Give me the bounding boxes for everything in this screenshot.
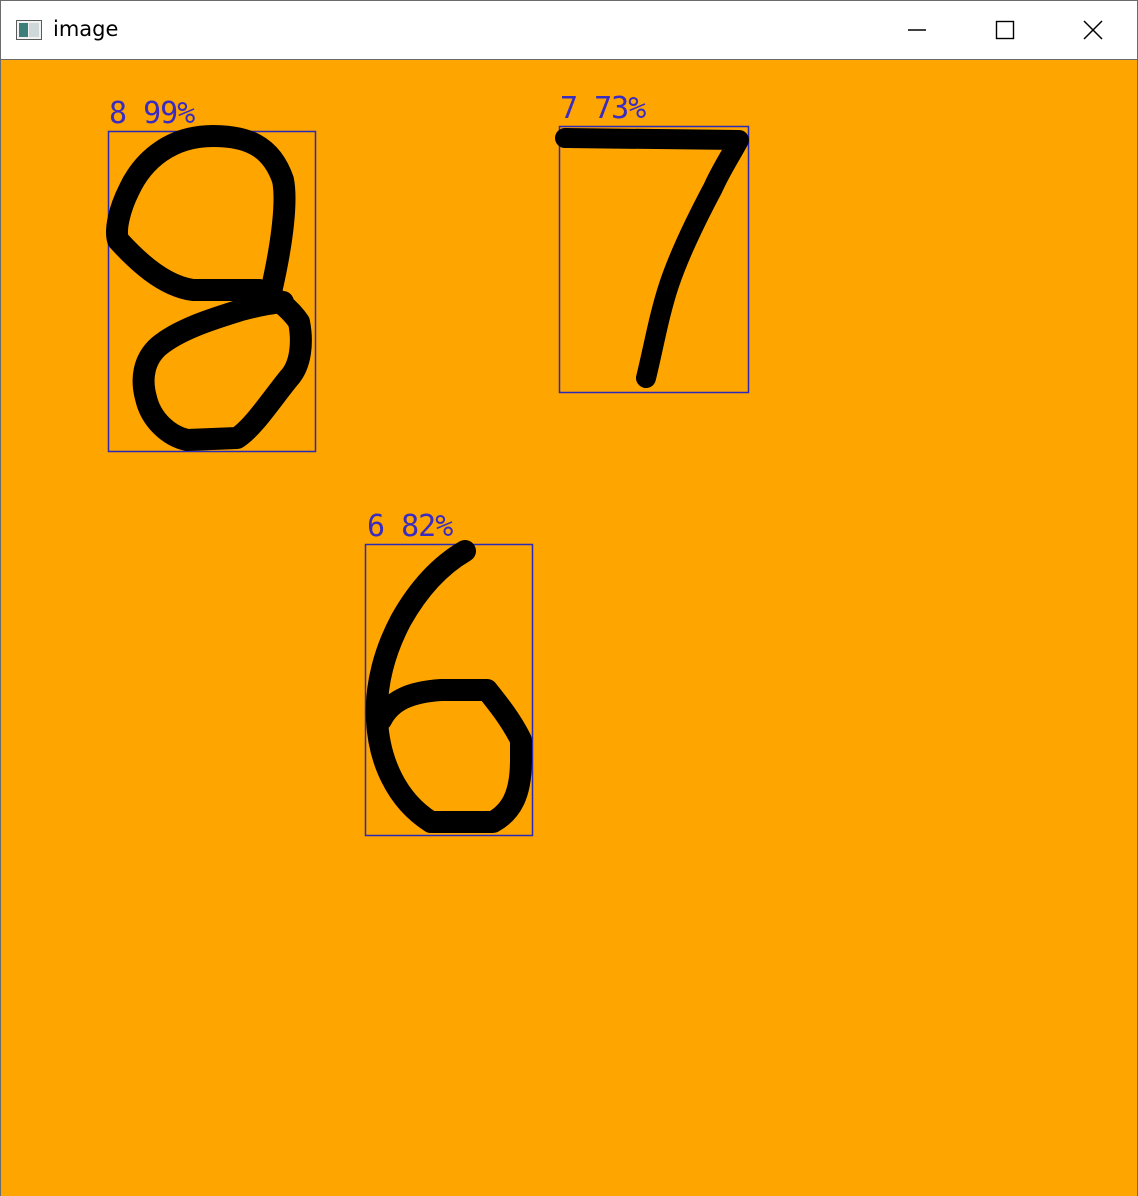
handwritten-stroke-7	[555, 128, 749, 388]
minimize-icon	[908, 29, 926, 31]
detection-label: 7 73%	[560, 91, 646, 126]
title-bar[interactable]: image	[1, 1, 1137, 59]
detection-label: 8 99%	[109, 96, 195, 131]
detection-digit-6: 6 82%	[364, 509, 534, 837]
handwritten-stroke-8	[106, 125, 312, 451]
detection-label: 6 82%	[367, 509, 453, 544]
opencv-window-icon	[16, 20, 42, 40]
close-button[interactable]	[1049, 1, 1137, 59]
image-window: image 8 99% 7 73% 6 82%	[0, 0, 1138, 1196]
window-title: image	[53, 17, 119, 41]
minimize-button[interactable]	[873, 1, 961, 59]
maximize-button[interactable]	[961, 1, 1049, 59]
drawing-canvas[interactable]: 8 99% 7 73% 6 82%	[1, 59, 1137, 1196]
close-icon	[1083, 20, 1103, 40]
detection-digit-8: 8 99%	[106, 96, 317, 453]
digit-drawing: 8 99% 7 73% 6 82%	[106, 91, 750, 837]
detection-digit-7: 7 73%	[555, 91, 750, 394]
maximize-icon	[995, 20, 1015, 40]
handwritten-stroke-6	[365, 540, 532, 833]
